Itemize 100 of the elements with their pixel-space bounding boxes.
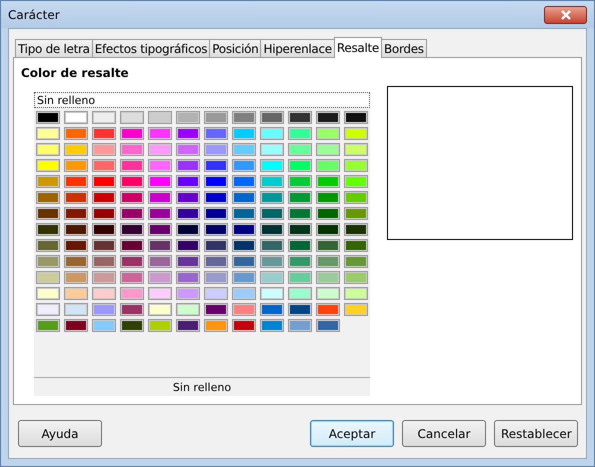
color-swatch[interactable] <box>148 319 172 332</box>
color-swatch[interactable] <box>288 287 312 300</box>
color-swatch[interactable] <box>232 207 256 220</box>
color-swatch[interactable] <box>232 175 256 188</box>
color-swatch[interactable] <box>344 239 368 252</box>
color-swatch[interactable] <box>176 303 200 316</box>
color-swatch[interactable] <box>92 271 116 284</box>
color-swatch[interactable] <box>36 143 60 156</box>
tab[interactable]: Resalte <box>334 37 382 58</box>
color-swatch[interactable] <box>148 191 172 204</box>
color-swatch[interactable] <box>232 303 256 316</box>
color-swatch[interactable] <box>64 175 88 188</box>
color-swatch[interactable] <box>176 319 200 332</box>
color-swatch[interactable] <box>344 127 368 140</box>
color-swatch[interactable] <box>260 127 284 140</box>
color-swatch[interactable] <box>64 111 88 124</box>
color-swatch[interactable] <box>120 175 144 188</box>
color-swatch[interactable] <box>232 143 256 156</box>
color-swatch[interactable] <box>316 223 340 236</box>
color-swatch[interactable] <box>148 303 172 316</box>
color-swatch[interactable] <box>288 239 312 252</box>
color-swatch[interactable] <box>288 303 312 316</box>
color-swatch[interactable] <box>120 287 144 300</box>
color-swatch[interactable] <box>204 239 228 252</box>
color-swatch[interactable] <box>260 223 284 236</box>
color-swatch[interactable] <box>148 143 172 156</box>
color-swatch[interactable] <box>316 143 340 156</box>
color-swatch[interactable] <box>204 223 228 236</box>
color-swatch[interactable] <box>64 271 88 284</box>
color-swatch[interactable] <box>148 207 172 220</box>
color-swatch[interactable] <box>316 207 340 220</box>
color-swatch[interactable] <box>120 159 144 172</box>
color-swatch[interactable] <box>232 159 256 172</box>
color-swatch[interactable] <box>148 287 172 300</box>
color-swatch[interactable] <box>204 319 228 332</box>
color-swatch[interactable] <box>232 127 256 140</box>
color-swatch[interactable] <box>288 271 312 284</box>
color-swatch[interactable] <box>232 271 256 284</box>
color-swatch[interactable] <box>36 287 60 300</box>
color-swatch[interactable] <box>288 143 312 156</box>
color-swatch[interactable] <box>148 255 172 268</box>
color-swatch[interactable] <box>92 223 116 236</box>
color-swatch[interactable] <box>344 271 368 284</box>
color-swatch[interactable] <box>232 239 256 252</box>
color-swatch[interactable] <box>316 255 340 268</box>
color-swatch[interactable] <box>316 319 340 332</box>
color-swatch[interactable] <box>344 143 368 156</box>
color-swatch[interactable] <box>92 239 116 252</box>
color-swatch[interactable] <box>204 303 228 316</box>
color-swatch[interactable] <box>92 319 116 332</box>
color-swatch[interactable] <box>316 159 340 172</box>
color-swatch[interactable] <box>92 287 116 300</box>
color-swatch[interactable] <box>176 255 200 268</box>
color-swatch[interactable] <box>260 303 284 316</box>
color-swatch[interactable] <box>344 207 368 220</box>
color-swatch[interactable] <box>232 191 256 204</box>
color-swatch[interactable] <box>120 127 144 140</box>
color-swatch[interactable] <box>288 127 312 140</box>
color-swatch[interactable] <box>260 287 284 300</box>
color-swatch[interactable] <box>204 287 228 300</box>
color-swatch[interactable] <box>344 175 368 188</box>
color-swatch[interactable] <box>204 127 228 140</box>
color-swatch[interactable] <box>120 239 144 252</box>
color-swatch[interactable] <box>316 303 340 316</box>
color-swatch[interactable] <box>148 223 172 236</box>
color-swatch[interactable] <box>64 207 88 220</box>
color-swatch[interactable] <box>36 207 60 220</box>
color-swatch[interactable] <box>148 159 172 172</box>
color-swatch[interactable] <box>260 111 284 124</box>
color-swatch[interactable] <box>64 319 88 332</box>
color-swatch[interactable] <box>204 175 228 188</box>
color-swatch[interactable] <box>120 271 144 284</box>
color-swatch[interactable] <box>120 111 144 124</box>
color-swatch[interactable] <box>204 111 228 124</box>
color-swatch[interactable] <box>120 207 144 220</box>
color-swatch[interactable] <box>316 191 340 204</box>
color-swatch[interactable] <box>176 127 200 140</box>
color-swatch[interactable] <box>120 303 144 316</box>
color-swatch[interactable] <box>36 191 60 204</box>
color-swatch[interactable] <box>344 191 368 204</box>
color-swatch[interactable] <box>148 239 172 252</box>
color-swatch[interactable] <box>64 303 88 316</box>
color-swatch[interactable] <box>260 319 284 332</box>
color-swatch[interactable] <box>176 111 200 124</box>
color-swatch[interactable] <box>288 207 312 220</box>
color-swatch[interactable] <box>176 175 200 188</box>
color-swatch[interactable] <box>344 111 368 124</box>
color-swatch[interactable] <box>36 319 60 332</box>
color-swatch[interactable] <box>36 303 60 316</box>
color-swatch[interactable] <box>64 223 88 236</box>
tab[interactable]: Hiperenlace <box>260 39 335 57</box>
color-swatch[interactable] <box>64 191 88 204</box>
color-swatch[interactable] <box>36 271 60 284</box>
color-swatch[interactable] <box>176 159 200 172</box>
color-swatch[interactable] <box>120 223 144 236</box>
color-swatch[interactable] <box>232 223 256 236</box>
color-swatch[interactable] <box>204 143 228 156</box>
help-button[interactable]: Ayuda <box>18 420 102 447</box>
color-swatch[interactable] <box>260 239 284 252</box>
color-swatch[interactable] <box>36 223 60 236</box>
